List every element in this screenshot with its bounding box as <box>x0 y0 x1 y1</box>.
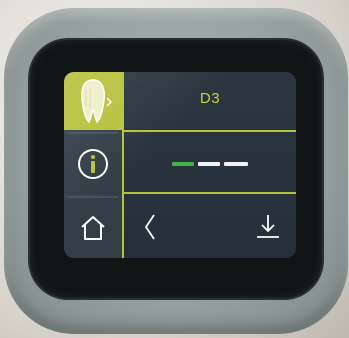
download-icon <box>257 215 279 238</box>
divider-top <box>124 130 296 132</box>
indicator-segment-2 <box>198 162 220 166</box>
back-button[interactable] <box>130 202 170 252</box>
chevron-left-icon <box>144 214 155 240</box>
side-navigation <box>64 72 122 258</box>
home-icon <box>81 216 105 240</box>
nav-info-button[interactable] <box>64 134 122 194</box>
divider-bottom <box>124 192 296 194</box>
tooth-icon <box>81 79 112 124</box>
info-icon <box>78 149 108 179</box>
nav-tooth-button[interactable] <box>64 72 122 130</box>
device-photo-background: D3 <box>0 0 349 338</box>
shade-indicator <box>172 162 248 166</box>
indicator-segment-1 <box>172 162 194 166</box>
main-panel: D3 <box>124 72 296 258</box>
device-screen: D3 <box>64 72 296 258</box>
nav-home-button[interactable] <box>64 198 122 258</box>
indicator-segment-3 <box>224 162 248 166</box>
shade-title: D3 <box>199 90 221 107</box>
download-button[interactable] <box>246 202 290 252</box>
